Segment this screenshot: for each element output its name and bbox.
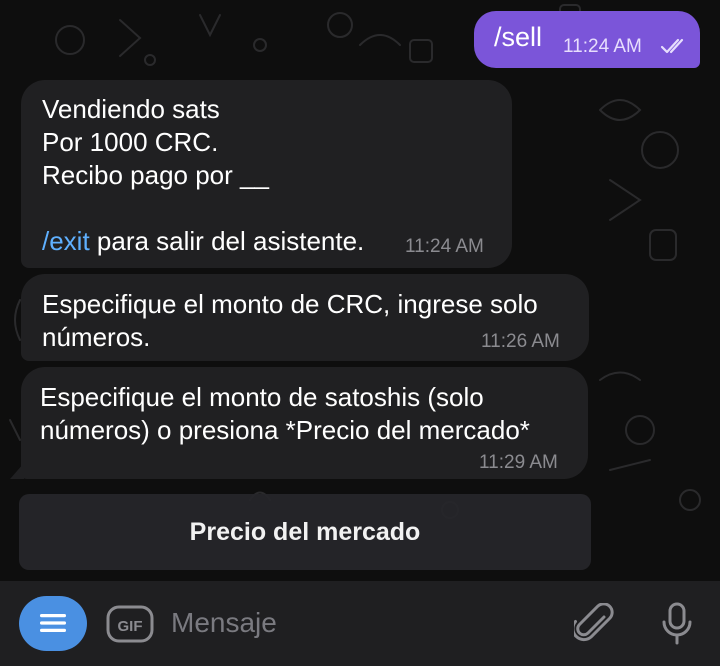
incoming-message[interactable]: Especifique el monto de satoshis (solo n… xyxy=(21,367,588,479)
message-line: Por 1000 CRC. xyxy=(42,127,219,157)
paperclip-icon[interactable] xyxy=(574,603,614,645)
message-line: números) o presiona *Precio del mercado* xyxy=(40,415,530,445)
message-line: Vendiendo sats xyxy=(42,94,220,124)
message-time: 11:26 AM xyxy=(481,331,560,352)
message-input-bar: GIF xyxy=(0,581,720,666)
outgoing-message-text: /sell xyxy=(494,22,543,52)
message-line: para salir del asistente. xyxy=(89,226,365,256)
message-line: Especifique el monto de CRC, ingrese sol… xyxy=(42,289,538,319)
bot-menu-button[interactable] xyxy=(19,596,87,651)
message-line: Especifique el monto de satoshis (solo xyxy=(40,382,484,412)
menu-icon xyxy=(40,614,66,632)
message-line: números. xyxy=(42,322,151,352)
gif-icon[interactable]: GIF xyxy=(106,605,154,643)
message-input[interactable] xyxy=(171,603,551,643)
incoming-message[interactable]: Especifique el monto de CRC, ingrese sol… xyxy=(21,274,589,361)
outgoing-message[interactable]: /sell 11:24 AM xyxy=(474,11,700,68)
message-time: 11:24 AM xyxy=(405,236,484,257)
gif-label: GIF xyxy=(118,618,143,635)
message-time: 11:29 AM xyxy=(479,452,558,473)
incoming-message[interactable]: Vendiendo sats Por 1000 CRC. Recibo pago… xyxy=(21,80,512,268)
double-check-icon xyxy=(660,38,684,54)
message-line: Recibo pago por __ xyxy=(42,160,269,190)
outgoing-message-time: 11:24 AM xyxy=(563,36,642,57)
microphone-icon[interactable] xyxy=(660,602,694,646)
exit-command-link[interactable]: /exit xyxy=(42,226,90,256)
market-price-button[interactable]: Precio del mercado xyxy=(19,494,591,570)
